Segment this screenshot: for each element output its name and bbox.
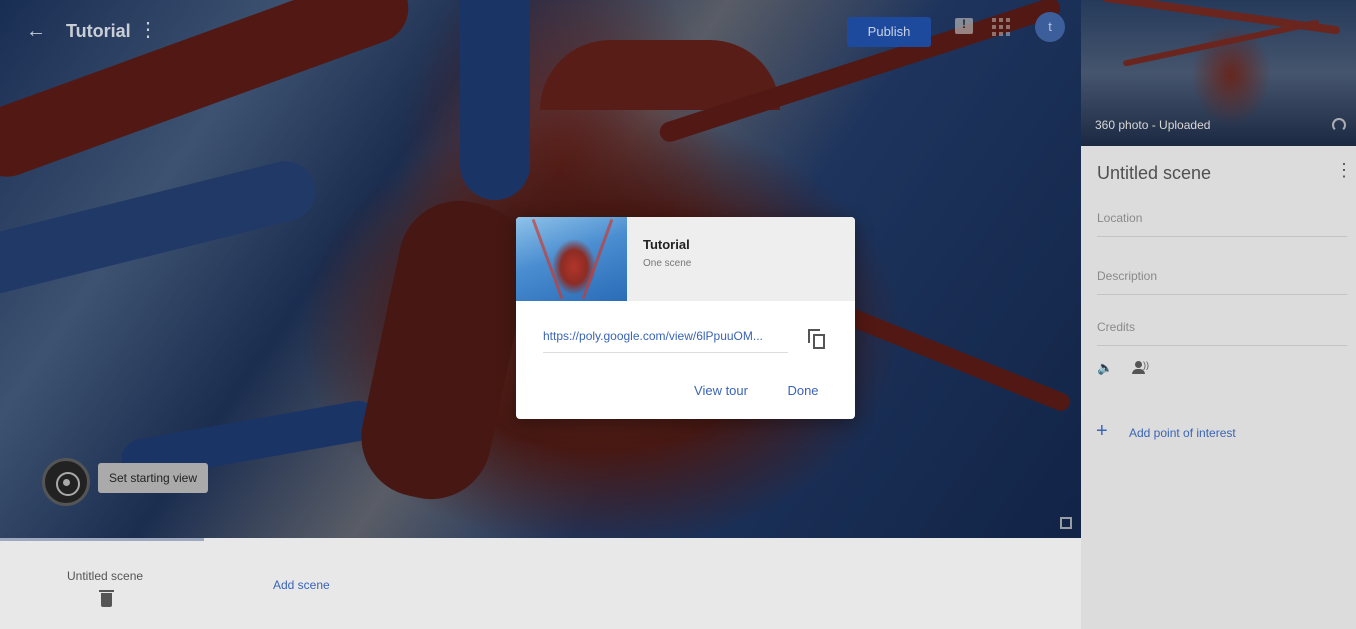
active-scene-indicator	[0, 538, 204, 541]
copy-icon[interactable]	[808, 329, 826, 349]
dialog-title: Tutorial	[643, 237, 690, 252]
plus-icon[interactable]: +	[1096, 421, 1108, 441]
dialog-subtitle: One scene	[643, 258, 692, 269]
tour-thumbnail	[516, 217, 627, 301]
add-point-of-interest-button[interactable]: Add point of interest	[1129, 426, 1236, 440]
scene-photo-thumbnail[interactable]: 360 photo - Uploaded	[1081, 0, 1356, 146]
avatar[interactable]: t	[1035, 12, 1065, 42]
scene-strip: Untitled scene Add scene	[0, 538, 1081, 629]
more-vert-icon[interactable]: ⋮	[138, 19, 158, 41]
page-title: Tutorial	[66, 21, 131, 41]
top-app-bar: ← Tutorial ⋮ Publish t	[0, 0, 1081, 64]
compass-icon[interactable]	[42, 458, 90, 506]
share-link-field[interactable]: https://poly.google.com/view/6lPpuuOM...	[543, 329, 788, 353]
scene-details-panel: 360 photo - Uploaded Untitled scene ⋮ Lo…	[1081, 0, 1356, 629]
fullscreen-icon[interactable]	[1060, 517, 1072, 529]
volume-icon[interactable]: 🔈	[1097, 361, 1113, 374]
set-starting-view-button[interactable]: Set starting view	[98, 463, 208, 493]
apps-grid-icon[interactable]	[992, 18, 1010, 36]
feedback-icon[interactable]	[955, 17, 973, 34]
arrow-back-icon[interactable]: ←	[26, 20, 48, 42]
view-tour-button[interactable]: View tour	[685, 377, 757, 405]
thumbnail-detail	[531, 219, 564, 299]
trash-icon[interactable]	[99, 590, 114, 607]
more-vert-icon[interactable]: ⋮	[1335, 160, 1353, 181]
location-field[interactable]: Location	[1097, 211, 1347, 237]
thumbnail-detail	[581, 219, 614, 299]
replace-photo-icon[interactable]	[1332, 118, 1346, 132]
credits-field[interactable]: Credits	[1097, 320, 1347, 346]
done-button[interactable]: Done	[780, 377, 826, 405]
add-scene-button[interactable]: Add scene	[273, 578, 330, 592]
publish-button[interactable]: Publish	[847, 17, 931, 47]
dialog-header: Tutorial One scene	[516, 217, 855, 301]
publish-dialog: Tutorial One scene https://poly.google.c…	[516, 217, 855, 419]
description-field[interactable]: Description	[1097, 269, 1347, 295]
narration-icon[interactable]: ))	[1132, 360, 1150, 376]
scene-thumbnail-label[interactable]: Untitled scene	[67, 569, 143, 583]
scene-title[interactable]: Untitled scene	[1097, 163, 1211, 184]
photo-caption: 360 photo - Uploaded	[1095, 118, 1211, 132]
